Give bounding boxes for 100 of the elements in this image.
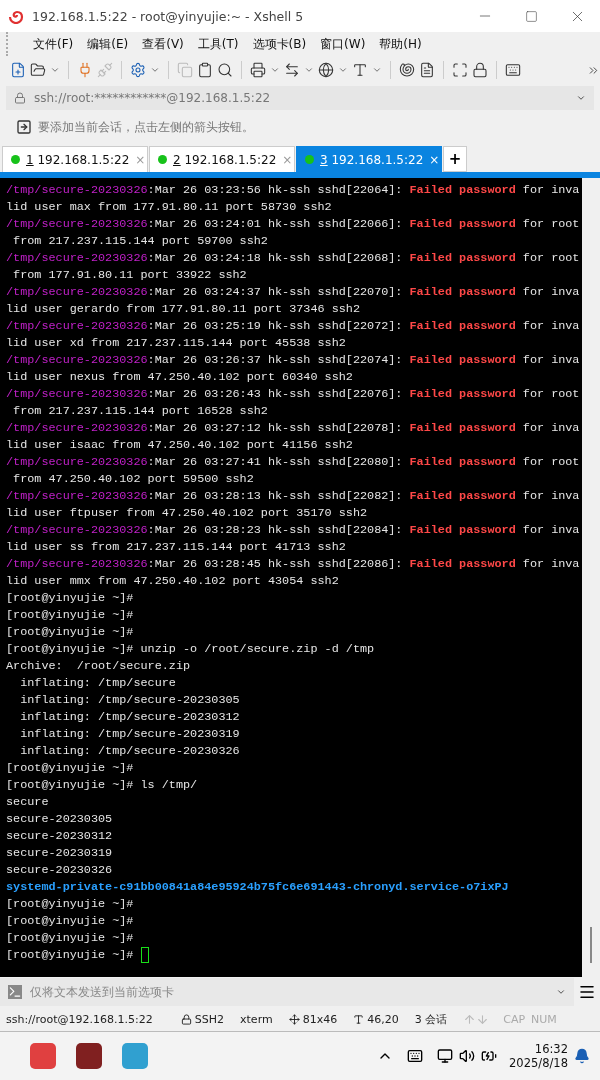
spiral-icon[interactable] xyxy=(399,62,415,78)
menu-item[interactable]: 选项卡(B) xyxy=(245,35,314,53)
font-icon[interactable] xyxy=(352,62,368,78)
new-session-icon[interactable] xyxy=(10,62,26,78)
terminal-text: lid user gerardo from 177.91.80.11 port 37346 ssh2 xyxy=(6,302,360,316)
terminal-text: for inva xyxy=(521,285,580,299)
scrollbar[interactable] xyxy=(582,178,600,977)
folder-icon[interactable] xyxy=(30,62,46,78)
menu-icon[interactable] xyxy=(578,983,596,1001)
caret-icon[interactable] xyxy=(338,65,348,75)
volume-icon[interactable] xyxy=(459,1048,476,1064)
alert-text: Failed password xyxy=(409,421,516,435)
notification-icon[interactable] xyxy=(574,1048,590,1064)
menu-item[interactable]: 帮助(H) xyxy=(372,35,429,53)
printer-icon[interactable] xyxy=(250,62,266,78)
terminal-text: :Mar 26 03:24:37 hk-ssh sshd[22070]: xyxy=(147,285,404,299)
terminal-text: :Mar 26 03:28:45 hk-ssh sshd[22086]: xyxy=(147,557,404,571)
address-field[interactable]: ssh://root:************@192.168.1.5:22 xyxy=(6,86,594,110)
maximize-icon[interactable] xyxy=(524,9,538,23)
caret-icon[interactable] xyxy=(270,65,280,75)
clock-date[interactable]: 2025/8/18 xyxy=(509,1056,568,1070)
terminal-text: secure-20230312 xyxy=(6,829,113,843)
log-file-path: /tmp/secure-20230326 xyxy=(6,319,148,333)
terminal-text: for inva xyxy=(521,319,580,333)
log-file-path: /tmp/secure-20230326 xyxy=(6,557,148,571)
terminal-text: inflating: /tmp/secure-20230319 xyxy=(19,727,240,741)
terminal-text: [root@yinyujie ~]# xyxy=(6,761,134,775)
caret-icon[interactable] xyxy=(576,93,586,103)
caret-icon[interactable] xyxy=(50,65,60,75)
terminal-text: :Mar 26 03:24:01 hk-ssh sshd[22066]: xyxy=(147,217,404,231)
terminal-text: lid user ftpuser from 47.250.40.102 port 35170 ssh2 xyxy=(6,506,368,520)
script-icon[interactable] xyxy=(419,62,435,78)
log-file-path: /tmp/secure-20230326 xyxy=(6,523,148,537)
menu-item[interactable]: 窗口(W) xyxy=(313,35,373,53)
clock-time[interactable]: 16:32 xyxy=(534,1042,568,1056)
down-arrow-icon xyxy=(476,1012,490,1026)
session-tab[interactable]: 2 192.168.1.5:22 × xyxy=(149,146,295,172)
battery-icon[interactable] xyxy=(481,1048,498,1064)
search-icon[interactable] xyxy=(217,62,233,78)
status-dot-icon xyxy=(305,155,314,164)
alert-text: Failed password xyxy=(409,523,516,537)
menu-item[interactable]: 工具(T) xyxy=(190,35,246,53)
network-icon[interactable] xyxy=(437,1048,454,1064)
keyboard-icon[interactable] xyxy=(505,62,521,78)
new-tab-button[interactable]: + xyxy=(443,146,467,172)
terminal-text: :Mar 26 03:26:37 hk-ssh sshd[22074]: xyxy=(147,353,404,367)
caret-icon[interactable] xyxy=(556,987,566,997)
session-tab[interactable]: 3 192.168.1.5:22 × xyxy=(296,146,442,172)
session-tab[interactable]: 1 192.168.1.5:22 × xyxy=(2,146,148,172)
cursor-position: 46,20 xyxy=(367,1012,399,1026)
paste-icon[interactable] xyxy=(197,62,213,78)
menu-item[interactable]: 查看(V) xyxy=(135,35,191,53)
cursor-icon xyxy=(140,947,149,963)
connect-icon[interactable] xyxy=(77,62,93,78)
taskbar-app-icon[interactable] xyxy=(76,1043,102,1069)
globe-icon[interactable] xyxy=(318,62,334,78)
terminal-text: [root@yinyujie ~]# xyxy=(6,897,134,911)
lock-icon[interactable] xyxy=(472,62,488,78)
terminal-text: for inva xyxy=(521,489,580,503)
log-file-path: /tmp/secure-20230326 xyxy=(6,489,148,503)
alert-text: Failed password xyxy=(409,251,516,265)
alert-text: Failed password xyxy=(409,387,516,401)
log-file-path: /tmp/secure-20230326 xyxy=(6,217,148,231)
terminal-text: from 177.91.80.11 port 33922 ssh2 xyxy=(12,268,247,282)
terminal-text: inflating: /tmp/secure xyxy=(19,676,176,690)
alert-text: Failed password xyxy=(409,455,516,469)
alert-text: Failed password xyxy=(409,489,516,503)
input-method-icon[interactable] xyxy=(407,1048,424,1064)
status-dot-icon xyxy=(158,155,167,164)
terminal-text: Archive: /root/secure.zip xyxy=(6,659,191,673)
directory-name: systemd-private-c91bb00841a84e95924b75fc6e691443-chronyd.service-o7ixPJ xyxy=(6,880,509,894)
terminal-text: for inva xyxy=(521,183,580,197)
lock-icon xyxy=(14,92,26,104)
taskbar-app-icon[interactable] xyxy=(30,1043,56,1069)
terminal-text: :Mar 26 03:25:19 hk-ssh sshd[22072]: xyxy=(147,319,404,333)
terminal-text: secure-20230326 xyxy=(6,863,113,877)
resize-icon xyxy=(288,1013,300,1025)
connection-status: ssh://root@192.168.1.5:22 xyxy=(6,1012,153,1026)
caret-icon[interactable] xyxy=(304,65,314,75)
transfer-icon[interactable] xyxy=(284,62,300,78)
up-arrow-icon xyxy=(463,1012,477,1026)
log-file-path: /tmp/secure-20230326 xyxy=(6,455,148,469)
menu-item[interactable]: 编辑(E) xyxy=(80,35,136,53)
caret-icon[interactable] xyxy=(150,65,160,75)
terminal-text: :Mar 26 03:26:43 hk-ssh sshd[22076]: xyxy=(147,387,404,401)
send-placeholder: 仅将文本发送到当前选项卡 xyxy=(30,983,175,1001)
terminal-text: for root xyxy=(521,251,580,265)
terminal-text: :Mar 26 03:27:12 hk-ssh sshd[22078]: xyxy=(147,421,404,435)
terminal-text: lid user nexus from 47.250.40.102 port 60340 ssh2 xyxy=(6,370,353,384)
terminal-text: :Mar 26 03:23:56 hk-ssh sshd[22064]: xyxy=(147,183,404,197)
log-file-path: /tmp/secure-20230326 xyxy=(6,183,148,197)
log-file-path: /tmp/secure-20230326 xyxy=(6,353,148,367)
tab-close-button[interactable]: × xyxy=(429,152,440,167)
terminal-text: secure xyxy=(6,795,49,809)
settings-icon[interactable] xyxy=(130,62,146,78)
menu-item[interactable]: 文件(F) xyxy=(26,35,81,53)
caret-icon[interactable] xyxy=(372,65,382,75)
shell-logo-icon xyxy=(8,8,24,24)
terminal-text: from 217.237.115.144 port 16528 ssh2 xyxy=(12,404,268,418)
add-session-icon[interactable] xyxy=(16,119,32,135)
